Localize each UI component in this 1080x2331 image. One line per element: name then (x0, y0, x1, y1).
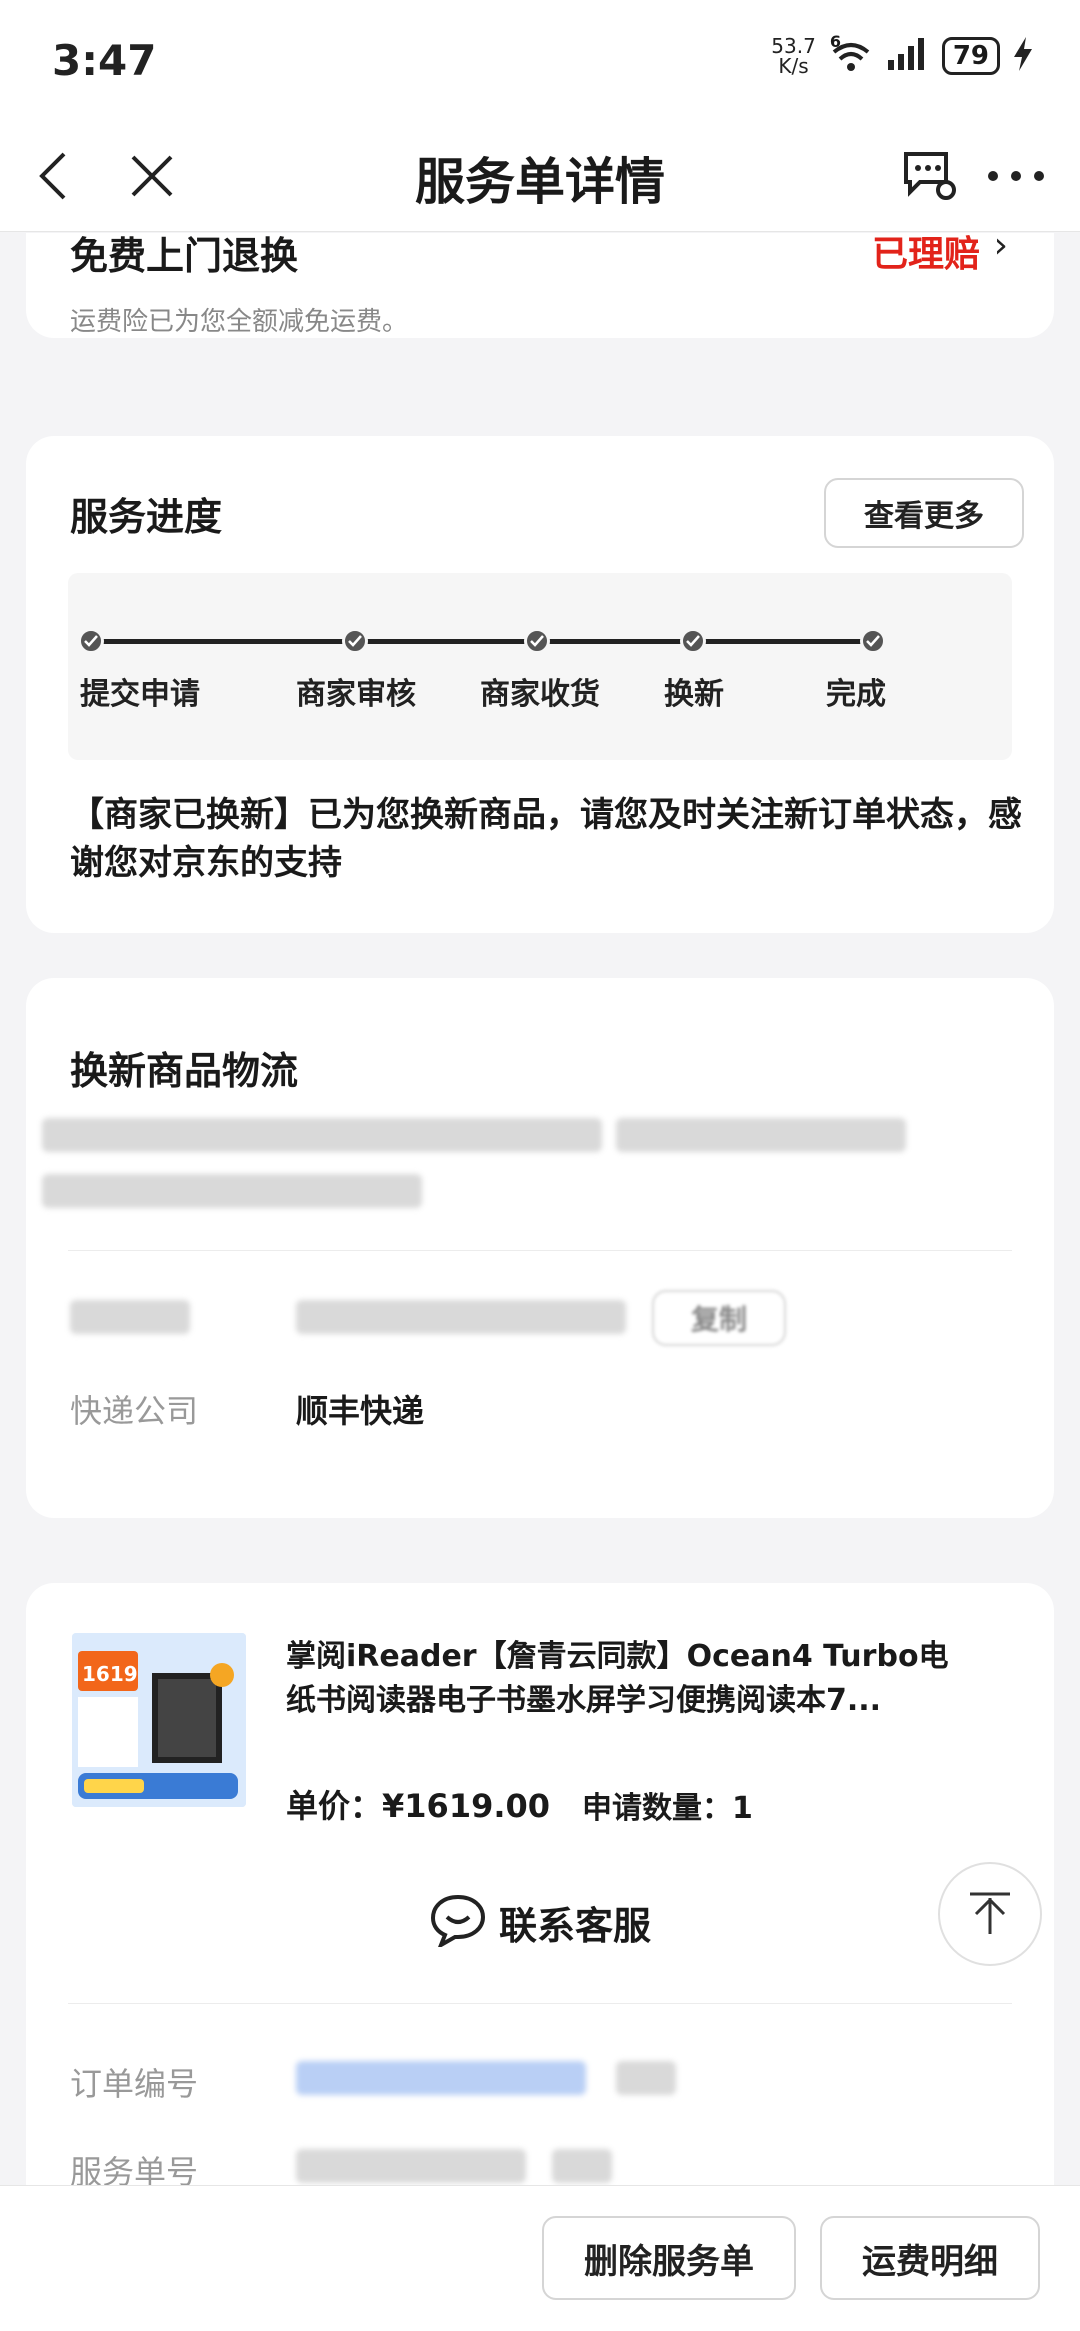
step-label: 换新 (664, 677, 724, 712)
status-indicators: 53.7 K/s 6 79 (771, 32, 1032, 78)
order-number-label: 订单编号 (70, 2065, 199, 2103)
step-check-icon (860, 628, 886, 654)
apply-quantity: 申请数量：1 (582, 1791, 753, 1826)
progress-line (94, 639, 884, 644)
unit-price: 单价：¥1619.00 (286, 1787, 551, 1825)
return-desc: 运费险已为您全额减免运费。 (70, 307, 409, 337)
redacted-tracking-number (296, 1300, 626, 1334)
logistics-card: 换新商品物流 复制 快递公司 顺丰快递 (26, 978, 1054, 1518)
progress-title: 服务进度 (70, 495, 223, 539)
redacted-text (616, 1118, 906, 1152)
contact-service-label: 联系客服 (498, 1903, 651, 1948)
logistics-title: 换新商品物流 (70, 1049, 299, 1093)
delete-service-order-button[interactable]: 删除服务单 (542, 2216, 796, 2300)
step-label: 商家收货 (480, 677, 600, 712)
charging-icon (1014, 37, 1032, 75)
redacted-copy[interactable] (616, 2061, 676, 2095)
back-to-top-button[interactable] (938, 1862, 1042, 1966)
customer-service-icon (429, 1893, 487, 1951)
message-settings-icon[interactable] (898, 144, 962, 208)
progress-note: 【商家已换新】已为您换新商品，请您及时关注新订单状态，感谢您对京东的支持 (70, 795, 1022, 883)
arrow-up-icon (970, 1892, 1010, 1934)
redacted-copy[interactable] (552, 2149, 612, 2183)
progress-tracker: 提交申请 商家审核 商家收货 换新 完成 (68, 573, 1012, 760)
network-speed: 53.7 K/s (771, 34, 816, 78)
service-progress-card: 服务进度 查看更多 提交申请 商家审核 商家收货 换新 完成 【商家已换新】已为… (26, 436, 1054, 933)
divider (68, 2003, 1012, 2004)
freight-detail-button[interactable]: 运费明细 (820, 2216, 1040, 2300)
return-insurance-card: 免费上门退换 已理赔 › 运费险已为您全额减免运费。 (26, 233, 1054, 338)
battery-indicator: 79 (941, 37, 1000, 75)
product-card: 1619 掌阅iReader【詹青云同款】Ocean4 Turbo电纸书阅读器电… (26, 1583, 1054, 2185)
divider (68, 1250, 1012, 1251)
return-title: 免费上门退换 (70, 234, 299, 278)
nav-bar: 服务单详情 (0, 120, 1080, 232)
bottom-action-bar: 删除服务单 运费明细 (0, 2185, 1080, 2331)
step-label: 完成 (826, 677, 886, 712)
redacted-service-number (296, 2149, 526, 2183)
redacted-text (42, 1118, 602, 1152)
courier-value: 顺丰快递 (296, 1392, 425, 1430)
image-badge-price: 1619 (82, 1662, 138, 1686)
status-bar: 3:47 53.7 K/s 6 79 (0, 0, 1080, 120)
step-label: 商家审核 (296, 677, 416, 712)
product-image[interactable]: 1619 (72, 1633, 246, 1807)
status-time: 3:47 (52, 36, 157, 85)
service-number-label: 服务单号 (70, 2153, 199, 2185)
chevron-right-icon[interactable]: › (994, 233, 1008, 266)
step-check-icon (524, 628, 550, 654)
product-name[interactable]: 掌阅iReader【詹青云同款】Ocean4 Turbo电纸书阅读器电子书墨水屏… (286, 1635, 966, 1723)
wifi-icon: 6 (830, 32, 872, 74)
step-check-icon (78, 628, 104, 654)
step-check-icon (680, 628, 706, 654)
courier-label: 快递公司 (70, 1392, 199, 1430)
view-more-button[interactable]: 查看更多 (824, 478, 1024, 548)
claim-status[interactable]: 已理赔 (872, 233, 980, 277)
network-type-label: 6 (829, 32, 841, 51)
copy-button[interactable]: 复制 (652, 1290, 786, 1346)
scroll-content[interactable]: 免费上门退换 已理赔 › 运费险已为您全额减免运费。 服务进度 查看更多 提交申… (0, 233, 1080, 2185)
step-label: 提交申请 (80, 677, 200, 712)
signal-icon (886, 36, 928, 76)
step-check-icon (342, 628, 368, 654)
contact-service-button[interactable]: 联系客服 (26, 1893, 1054, 1951)
redacted-order-number[interactable] (296, 2061, 586, 2095)
redacted-text (42, 1174, 422, 1208)
more-icon[interactable] (984, 144, 1048, 208)
redacted-label (70, 1300, 190, 1334)
